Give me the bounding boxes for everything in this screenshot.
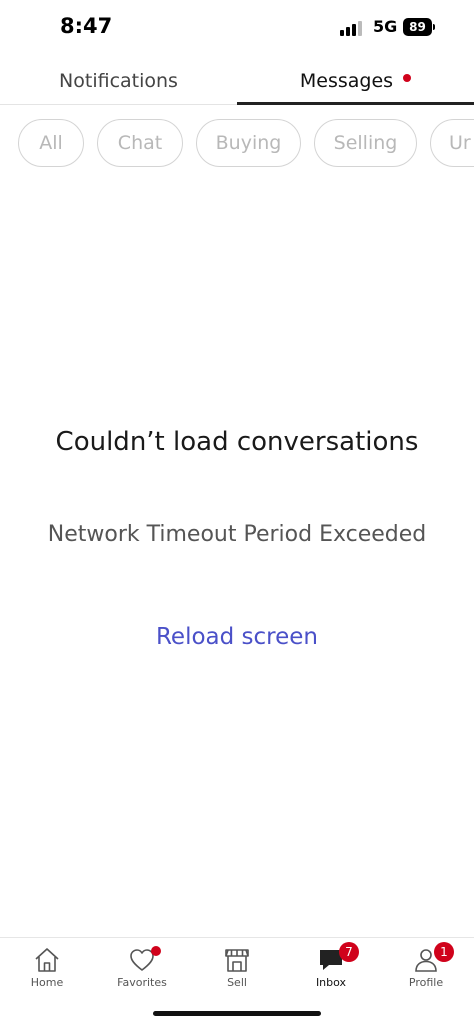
- home-icon: [35, 948, 59, 972]
- nav-favorites[interactable]: Favorites: [102, 946, 182, 1000]
- status-time: 8:47: [60, 14, 113, 38]
- nav-profile-label: Profile: [408, 976, 444, 989]
- cellular-signal-icon: [340, 20, 364, 36]
- filter-chip-selling[interactable]: Selling: [314, 119, 417, 167]
- storefront-icon: [225, 949, 249, 972]
- tab-messages[interactable]: Messages: [237, 56, 474, 105]
- active-tab-indicator: [237, 102, 474, 105]
- inbox-tabs: Notifications Messages: [0, 56, 474, 105]
- battery-icon: 89: [403, 18, 435, 36]
- nav-inbox[interactable]: 7 Inbox: [291, 942, 371, 1000]
- error-title: Couldn’t load conversations: [55, 427, 419, 457]
- favorites-dot-icon: [151, 946, 161, 956]
- status-bar: 8:47 5G 89: [0, 0, 474, 56]
- tab-notifications[interactable]: Notifications: [0, 56, 237, 105]
- nav-favorites-label: Favorites: [117, 976, 167, 989]
- battery-level: 89: [403, 18, 432, 36]
- filter-chip-unread[interactable]: Ur: [430, 119, 474, 167]
- nav-profile[interactable]: 1 Profile: [386, 942, 466, 1000]
- reload-screen-link[interactable]: Reload screen: [87, 624, 387, 650]
- nav-inbox-label: Inbox: [315, 976, 347, 989]
- filter-chip-buying[interactable]: Buying: [196, 119, 301, 167]
- screen: 8:47 5G 89 Notifications Messages All Ch…: [0, 0, 474, 1025]
- nav-sell[interactable]: Sell: [197, 946, 277, 1000]
- filter-chip-chat[interactable]: Chat: [97, 119, 183, 167]
- nav-home-label: Home: [30, 976, 64, 989]
- nav-sell-label: Sell: [227, 976, 247, 989]
- bottom-nav: Home Favorites Sell 7 Inbox 1 Profile: [0, 937, 474, 999]
- inbox-badge: 7: [339, 942, 359, 962]
- tab-messages-label: Messages: [299, 69, 394, 92]
- profile-badge: 1: [434, 942, 454, 962]
- error-message: Network Timeout Period Exceeded: [47, 522, 427, 547]
- home-indicator: [153, 1011, 321, 1016]
- filter-chip-all[interactable]: All: [18, 119, 84, 167]
- network-type: 5G: [373, 17, 398, 36]
- unread-dot-icon: [403, 73, 412, 82]
- nav-home[interactable]: Home: [7, 946, 87, 1000]
- tab-notifications-label: Notifications: [59, 69, 178, 92]
